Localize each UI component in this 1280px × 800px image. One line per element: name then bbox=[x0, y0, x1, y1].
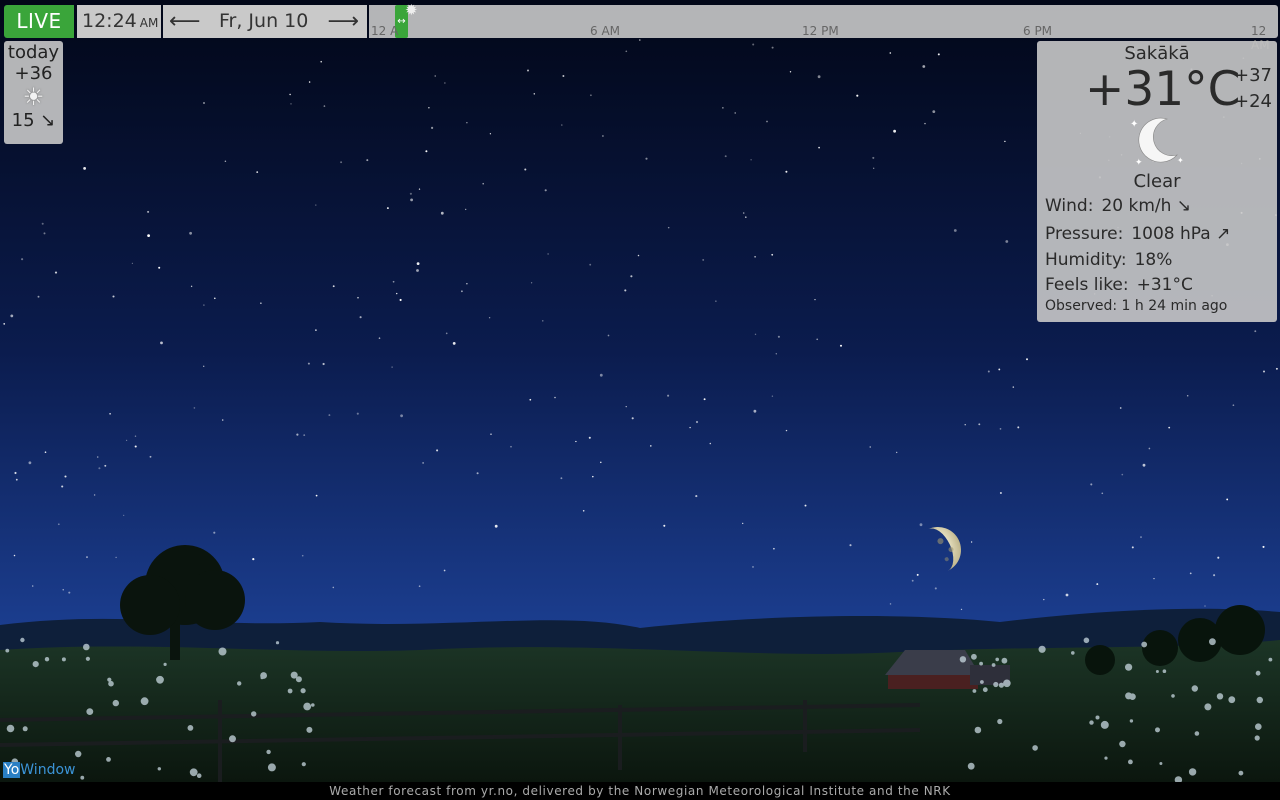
moon-stars-icon: ✦ ✦ ✦ bbox=[1130, 117, 1184, 167]
next-day-arrow-icon[interactable]: ⟶ bbox=[327, 5, 359, 38]
pressure-label: Pressure: bbox=[1045, 224, 1124, 244]
sun-icon: ☀ bbox=[22, 83, 45, 111]
live-button[interactable]: LIVE bbox=[4, 5, 74, 38]
observed-row: Observed: 1 h 24 min ago bbox=[1045, 298, 1227, 314]
timeline-tick: 12 PM bbox=[802, 24, 839, 38]
wind-direction-arrow-icon: ↘ bbox=[40, 110, 56, 131]
time-value: 12:24 bbox=[82, 10, 137, 32]
time-ampm: AM bbox=[139, 16, 159, 30]
humidity-label: Humidity: bbox=[1045, 250, 1127, 270]
wind-row: Wind: 20 km/h ↘ bbox=[1045, 196, 1191, 216]
today-forecast-card[interactable]: today +36 ☀ 15 ↘ bbox=[4, 41, 63, 144]
time-slider[interactable]: ↔ ✹ 12 A 6 AM 12 PM 6 PM 12 AM bbox=[369, 1, 1278, 52]
logo-window: Window bbox=[20, 762, 76, 778]
yowindow-logo[interactable]: YoWindow bbox=[3, 762, 75, 778]
observed-label: Observed: bbox=[1045, 298, 1118, 314]
pressure-value: 1008 hPa ↗ bbox=[1131, 224, 1231, 244]
current-weather-panel[interactable]: Sakākā +31°C +37 +24 ✦ ✦ ✦ Clear Wind: 20… bbox=[1037, 41, 1277, 322]
low-temperature: +24 bbox=[1234, 91, 1272, 112]
svg-text:✦: ✦ bbox=[1130, 119, 1138, 130]
feels-like-label: Feels like: bbox=[1045, 275, 1129, 295]
previous-day-arrow-icon[interactable]: ⟵ bbox=[169, 5, 201, 38]
wind-value: 20 km/h ↘ bbox=[1101, 196, 1192, 216]
weather-condition: Clear bbox=[1133, 171, 1181, 192]
timeline-tick: 6 AM bbox=[590, 24, 621, 38]
today-wind: 15 ↘ bbox=[4, 110, 63, 131]
timeline-tick: 6 PM bbox=[1023, 24, 1053, 38]
humidity-value: 18% bbox=[1134, 250, 1173, 270]
today-wind-speed: 15 bbox=[11, 110, 35, 131]
humidity-row: Humidity: 18% bbox=[1045, 250, 1172, 270]
today-label: today bbox=[7, 42, 60, 63]
observed-value: 1 h 24 min ago bbox=[1121, 298, 1228, 314]
sunrise-sun-icon: ✹ bbox=[405, 1, 418, 19]
current-date[interactable]: Fr, Jun 10 bbox=[219, 5, 308, 38]
svg-text:✦: ✦ bbox=[1135, 158, 1143, 167]
feels-like-row: Feels like: +31°C bbox=[1045, 275, 1193, 295]
current-temperature: +31°C bbox=[1085, 62, 1241, 117]
timeline-toolbar: LIVE 12:24 AM ⟵ Fr, Jun 10 ⟶ ↔ ✹ 12 A 6 A… bbox=[2, 1, 1278, 52]
pressure-row: Pressure: 1008 hPa ↗ bbox=[1045, 224, 1230, 244]
forecast-attribution[interactable]: Weather forecast from yr.no, delivered b… bbox=[0, 782, 1280, 800]
wind-label: Wind: bbox=[1045, 196, 1094, 216]
logo-yo: Yo bbox=[3, 762, 21, 778]
current-time[interactable]: 12:24 AM bbox=[77, 5, 161, 38]
high-temperature: +37 bbox=[1234, 65, 1272, 86]
date-navigator: ⟵ Fr, Jun 10 ⟶ bbox=[163, 5, 367, 38]
location-name[interactable]: Sakākā bbox=[1037, 43, 1277, 64]
feels-like-value: +31°C bbox=[1136, 275, 1193, 295]
timeline-tick: 12 A bbox=[371, 24, 399, 38]
today-high-temp: +36 bbox=[14, 63, 53, 84]
svg-text:✦: ✦ bbox=[1177, 156, 1184, 165]
